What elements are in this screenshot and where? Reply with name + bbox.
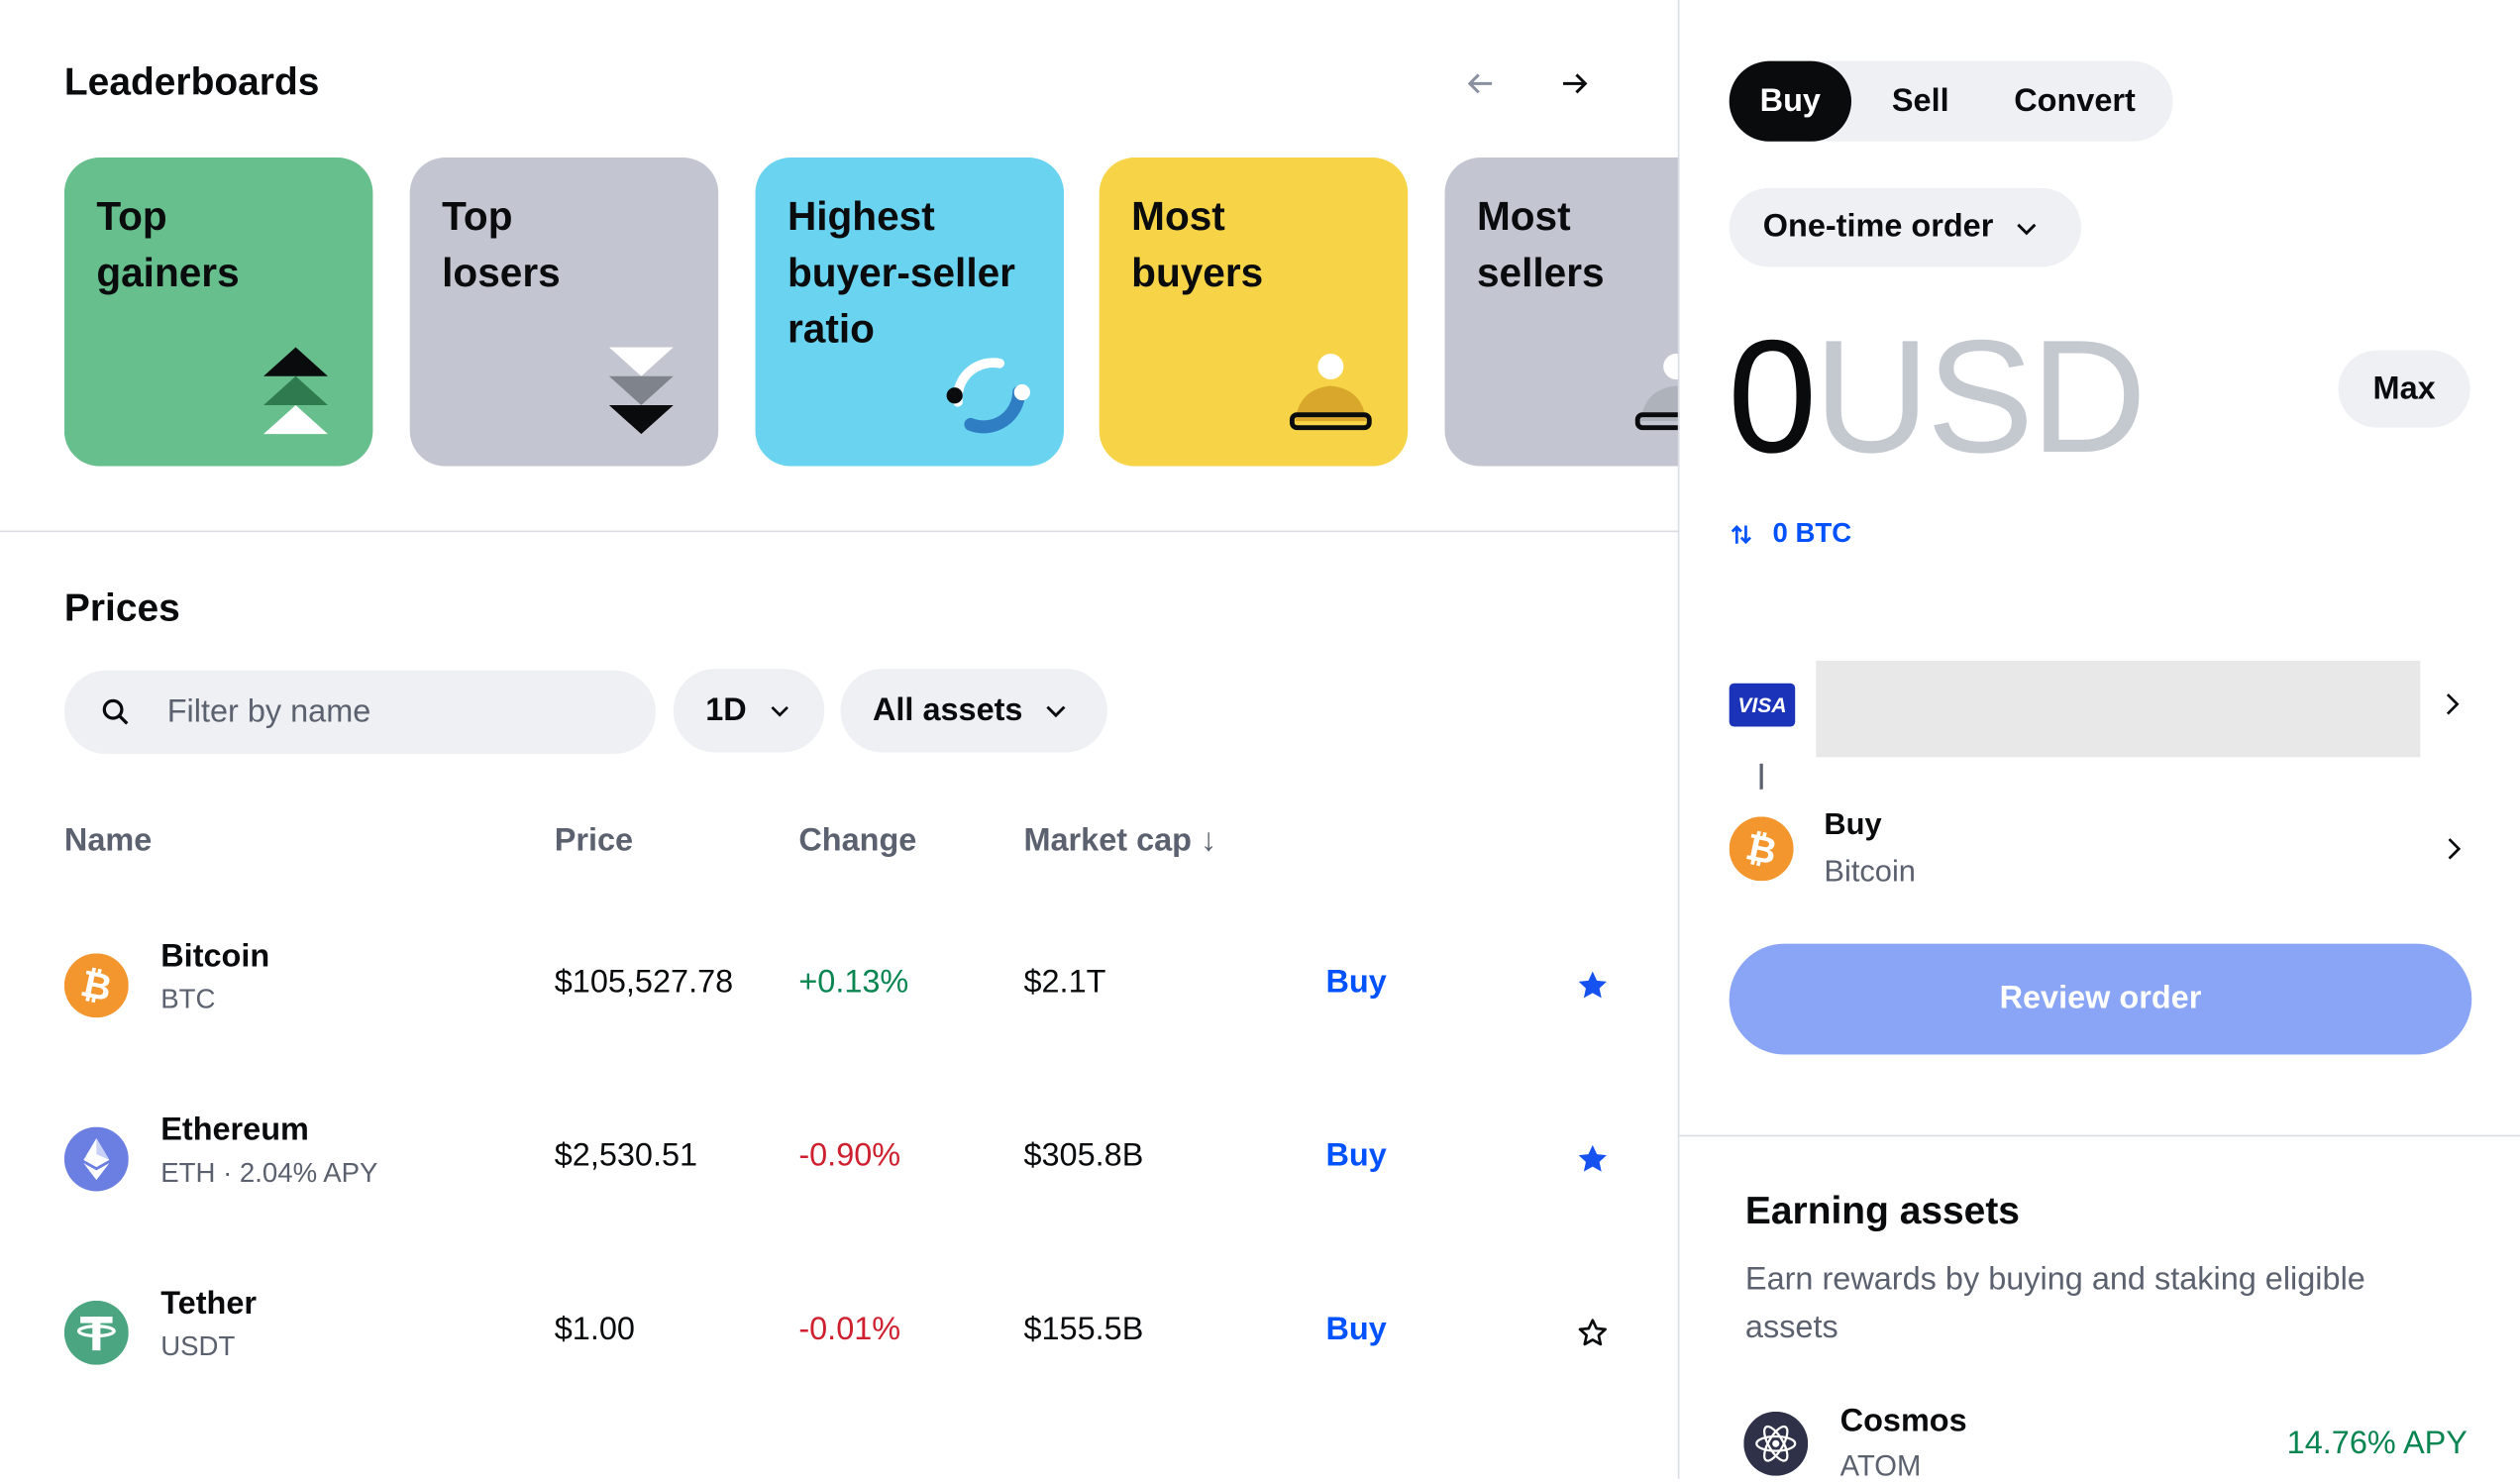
chevron-down-icon: [2017, 222, 2037, 235]
card-label: Top gainers: [96, 194, 240, 296]
card-most-buyers[interactable]: Most buyers: [1099, 158, 1409, 467]
search-input[interactable]: [166, 693, 601, 731]
leaderboards-title: Leaderboards: [63, 60, 320, 105]
card-highest-buyer-seller-ratio[interactable]: Highest buyer-seller ratio: [755, 158, 1065, 467]
asset-change: -0.01%: [798, 1312, 901, 1347]
order-type-label: One-time order: [1762, 208, 1994, 245]
asset-name: Tether: [160, 1286, 258, 1322]
asset-change: -0.90%: [798, 1137, 901, 1174]
asset-symbol: BTC: [160, 984, 216, 1014]
earning-assets-description: Earn rewards by buying and staking eligi…: [1744, 1261, 2365, 1346]
buy-button[interactable]: Buy: [1325, 965, 1386, 1002]
asset-price: $1.00: [554, 1312, 635, 1347]
card-top-gainers[interactable]: Top gainers: [63, 158, 373, 467]
card-label: Most buyers: [1131, 194, 1264, 296]
table-row[interactable]: Tether USDT $1.00 -0.01% $155.5B Buy: [0, 1247, 1679, 1421]
star-outline-icon[interactable]: [1575, 1315, 1611, 1350]
period-label: 1D: [705, 691, 747, 728]
card-label: Top losers: [442, 194, 561, 296]
arrow-left-icon: [1467, 73, 1493, 94]
prices-title: Prices: [63, 586, 180, 631]
card-top-losers[interactable]: Top losers: [409, 158, 719, 467]
period-dropdown[interactable]: 1D: [673, 669, 825, 753]
amount-input[interactable]: 0USD: [1728, 306, 2147, 487]
chevron-down-icon: [1047, 705, 1067, 718]
asset-market-cap: $2.1T: [1023, 964, 1106, 1001]
star-filled-icon[interactable]: [1575, 1141, 1611, 1177]
amount-value: 0: [1728, 306, 1817, 487]
tab-sell[interactable]: Sell: [1867, 61, 1973, 142]
payment-method-selector[interactable]: [1816, 660, 2421, 758]
leaderboard-cards: Top gainers Top losers Highest buyer-sel…: [63, 158, 1680, 467]
arrow-up-stack-icon: [263, 347, 328, 435]
tether-icon: [63, 1300, 129, 1365]
earning-asset-name[interactable]: Cosmos: [1840, 1404, 1967, 1440]
card-most-sellers[interactable]: Most sellers: [1444, 158, 1680, 467]
divider: [1679, 1134, 2520, 1137]
asset-name: Bitcoin: [160, 938, 270, 975]
seller-person-icon: [1634, 354, 1680, 431]
column-header-price: Price: [554, 822, 634, 859]
star-filled-icon[interactable]: [1575, 968, 1611, 1004]
earning-asset-apy: 14.76% APY: [2286, 1426, 2468, 1462]
visa-card-icon: VISA: [1729, 683, 1796, 727]
asset-filter-dropdown[interactable]: All assets: [840, 669, 1107, 753]
bitcoin-icon: ₿: [63, 953, 129, 1018]
asset-filter-label: All assets: [872, 691, 1023, 728]
asset-symbol: ETH · 2.04% APY: [160, 1157, 378, 1189]
ethereum-icon: [63, 1126, 129, 1192]
swap-arrows-icon: [1731, 524, 1751, 544]
buy-button[interactable]: Buy: [1325, 1138, 1386, 1175]
asset-selector[interactable]: Bitcoin: [1824, 855, 1916, 891]
next-arrow-button[interactable]: [1549, 57, 1601, 109]
ratio-arc-icon: [946, 358, 1030, 434]
amount-currency: USD: [1814, 306, 2147, 487]
column-header-change: Change: [798, 822, 917, 859]
review-order-button[interactable]: Review order: [1729, 943, 2472, 1055]
tab-convert[interactable]: Convert: [1986, 61, 2162, 142]
card-label: Highest buyer-seller ratio: [787, 194, 1015, 353]
table-row[interactable]: Ethereum ETH · 2.04% APY $2,530.51 -0.90…: [0, 1074, 1679, 1247]
asset-action-label: Buy: [1824, 808, 1882, 843]
cosmos-icon: [1743, 1411, 1809, 1476]
column-header-name: Name: [63, 822, 153, 859]
trade-tabs: Buy Sell Convert: [1729, 60, 2173, 142]
asset-price: $105,527.78: [554, 964, 734, 1001]
asset-symbol: USDT: [160, 1330, 236, 1362]
chevron-right-icon[interactable]: [2438, 689, 2467, 718]
main-content: Leaderboards Top gainers Top losers High…: [0, 0, 1680, 1479]
previous-arrow-button[interactable]: [1454, 57, 1506, 109]
card-label: Most sellers: [1476, 194, 1605, 296]
table-row[interactable]: ₿ Bitcoin BTC $105,527.78 +0.13% $2.1T B…: [0, 901, 1679, 1074]
divider: [0, 530, 1680, 533]
max-button[interactable]: Max: [2338, 350, 2470, 428]
arrow-right-icon: [1563, 73, 1588, 94]
bitcoin-icon: ₿: [1729, 816, 1794, 882]
trade-panel: Buy Sell Convert One-time order 0USD Max…: [1677, 0, 2520, 1482]
column-header-market-cap[interactable]: Market cap ↓: [1023, 823, 1216, 860]
asset-change: +0.13%: [798, 964, 909, 1001]
order-type-dropdown[interactable]: One-time order: [1729, 187, 2082, 267]
asset-name: Ethereum: [160, 1112, 309, 1148]
search-box[interactable]: [63, 670, 656, 755]
chevron-down-icon: [770, 706, 788, 717]
asset-market-cap: $305.8B: [1023, 1137, 1144, 1174]
search-icon: [102, 698, 129, 725]
buyer-person-icon: [1289, 354, 1372, 431]
asset-price: $2,530.51: [554, 1137, 698, 1174]
connector-line: [1759, 763, 1763, 790]
chevron-right-icon[interactable]: [2440, 834, 2468, 863]
tab-buy[interactable]: Buy: [1729, 60, 1852, 142]
converted-amount: 0 BTC: [1772, 517, 1852, 549]
asset-market-cap: $155.5B: [1023, 1312, 1144, 1347]
buy-button[interactable]: Buy: [1325, 1312, 1386, 1348]
arrow-down-stack-icon: [608, 347, 674, 435]
convert-toggle[interactable]: 0 BTC: [1730, 517, 1852, 550]
earning-assets-title: Earning assets: [1744, 1189, 2020, 1233]
